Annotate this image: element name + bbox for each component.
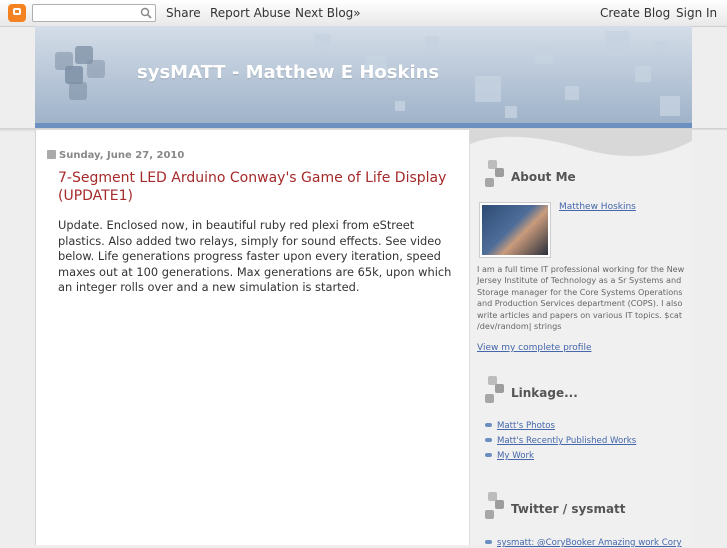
about-me-title: About Me	[511, 170, 576, 184]
next-blog-link[interactable]: Next Blog»	[295, 6, 361, 20]
create-blog-link[interactable]: Create Blog	[600, 6, 670, 20]
bullet-icon	[485, 540, 492, 544]
linkage-title: Linkage...	[511, 386, 578, 400]
about-widget-icon	[485, 160, 507, 190]
blogger-navbar: Share Report Abuse Next Blog» Create Blo…	[0, 0, 727, 27]
post-title[interactable]: 7-Segment LED Arduino Conway's Game of L…	[58, 169, 448, 205]
profile-photo[interactable]	[479, 202, 551, 258]
search-input[interactable]	[37, 8, 141, 25]
profile-name-link[interactable]: Matthew Hoskins	[559, 202, 636, 212]
report-abuse-link[interactable]: Report Abuse	[210, 6, 291, 20]
sign-in-link[interactable]: Sign In	[676, 6, 717, 20]
bullet-icon	[485, 453, 492, 457]
share-link[interactable]: Share	[166, 6, 201, 20]
link-item[interactable]: Matt's Photos	[485, 421, 555, 431]
linkage-widget-icon	[485, 376, 507, 406]
sidebar-wave	[470, 130, 693, 157]
post-date-text: Sunday, June 27, 2010	[59, 150, 185, 161]
bullet-icon	[485, 438, 492, 442]
search-icon[interactable]	[140, 7, 152, 19]
blog-title[interactable]: sysMATT - Matthew E Hoskins	[137, 62, 439, 83]
bullet-icon	[485, 423, 492, 427]
sidebar	[469, 130, 693, 545]
link-item[interactable]: Matt's Recently Published Works	[485, 436, 636, 446]
twitter-widget-icon	[485, 492, 507, 522]
search-field[interactable]	[32, 4, 156, 25]
blogger-logo-icon[interactable]	[8, 4, 26, 22]
post-date: Sunday, June 27, 2010	[47, 150, 184, 161]
date-icon	[47, 150, 56, 159]
about-me-text: I am a full time IT professional working…	[477, 264, 685, 332]
header-squares-icon	[55, 46, 115, 106]
link-item[interactable]: My Work	[485, 451, 534, 461]
view-profile-link[interactable]: View my complete profile	[477, 343, 592, 353]
tweet-item[interactable]: sysmatt: @CoryBooker Amazing work Cory	[485, 538, 682, 548]
twitter-title: Twitter / sysmatt	[511, 502, 626, 516]
page-gutter	[692, 130, 727, 545]
post-body: Update. Enclosed now, in beautiful ruby …	[58, 218, 452, 294]
